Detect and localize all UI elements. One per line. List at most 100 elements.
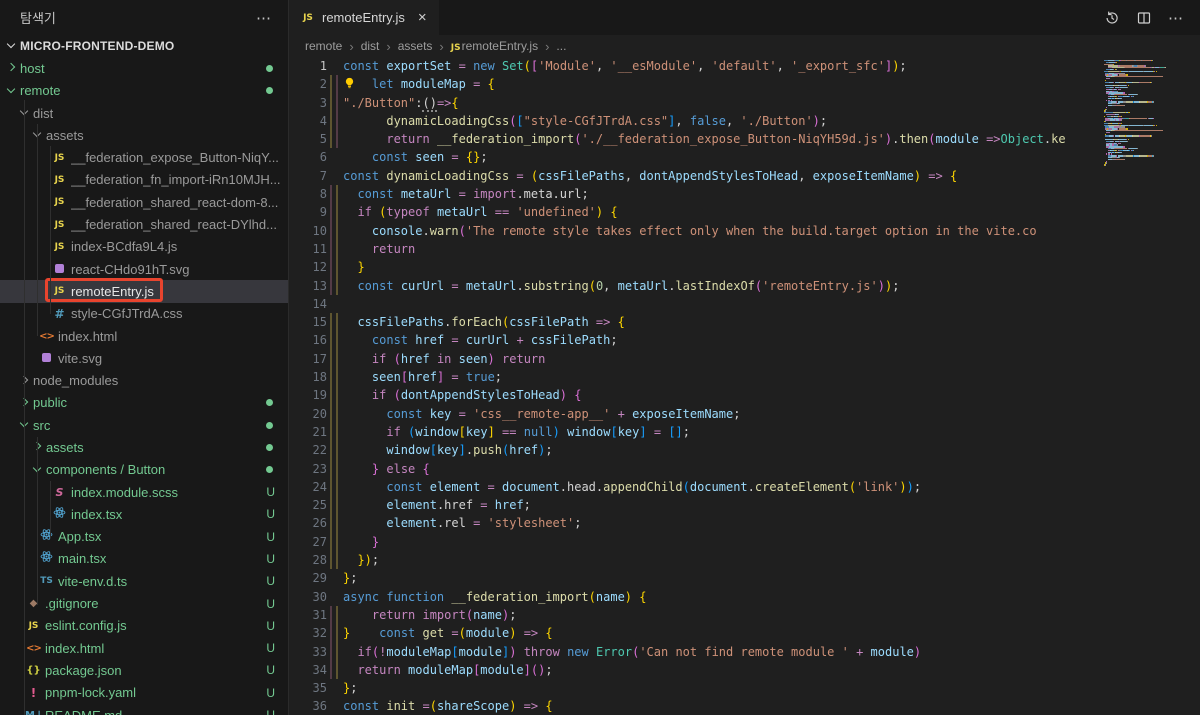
code-line[interactable]: 29};: [289, 569, 1100, 587]
tree-item[interactable]: Sindex.module.scssU: [0, 481, 288, 503]
code-line[interactable]: 8 const metaUrl = import.meta.url;: [289, 185, 1100, 203]
code-line[interactable]: 3"./Button":()=>{: [289, 94, 1100, 112]
tree-item[interactable]: remote: [0, 80, 288, 102]
tree-item[interactable]: src: [0, 414, 288, 436]
tree-item[interactable]: main.tsxU: [0, 548, 288, 570]
tree-item[interactable]: vite.svg: [0, 347, 288, 369]
code-line[interactable]: 4 dynamicLoadingCss(["style-CGfJTrdA.css…: [289, 112, 1100, 130]
untracked-badge: U: [266, 574, 275, 588]
breadcrumb-item[interactable]: dist: [361, 39, 380, 53]
tree-item[interactable]: JSindex-BCdfa9L4.js: [0, 236, 288, 258]
git-icon: ◆: [25, 598, 42, 609]
tree-item[interactable]: react-CHdo91hT.svg: [0, 258, 288, 280]
code-line[interactable]: 23 } else {: [289, 460, 1100, 478]
code-line[interactable]: 9 if (typeof metaUrl == 'undefined') {: [289, 203, 1100, 221]
code-line[interactable]: 21 if (window[key] == null) window[key] …: [289, 423, 1100, 441]
history-icon[interactable]: [1104, 10, 1120, 26]
code-line[interactable]: 28 });: [289, 551, 1100, 569]
code-line[interactable]: 12 }: [289, 258, 1100, 276]
tree-item[interactable]: #style-CGfJTrdA.css: [0, 303, 288, 325]
tree-item[interactable]: host: [0, 57, 288, 79]
tree-item[interactable]: JSeslint.config.jsU: [0, 615, 288, 637]
breadcrumb-label: dist: [361, 39, 380, 53]
code-line[interactable]: 20 const key = 'css__remote-app__' + exp…: [289, 405, 1100, 423]
code-line[interactable]: 5 return __federation_import('./__federa…: [289, 130, 1100, 148]
line-number: 23: [289, 460, 327, 478]
tree-item[interactable]: JS__federation_shared_react-dom-8...: [0, 191, 288, 213]
code-line[interactable]: 24 const element = document.head.appendC…: [289, 478, 1100, 496]
tree-item[interactable]: !pnpm-lock.yamlU: [0, 682, 288, 704]
code-line[interactable]: 10 console.warn('The remote style takes …: [289, 222, 1100, 240]
tree-item[interactable]: assets: [0, 124, 288, 146]
code-line[interactable]: 1const exportSet = new Set(['Module', '_…: [289, 57, 1100, 75]
more-actions-icon[interactable]: ⋯: [256, 9, 272, 27]
line-number: 22: [289, 441, 327, 459]
tab-remoteentry[interactable]: JS remoteEntry.js ×: [289, 0, 439, 35]
code-line[interactable]: 27 }: [289, 533, 1100, 551]
lightbulb-icon[interactable]: [343, 77, 356, 95]
breadcrumb-item[interactable]: JSremoteEntry.js: [451, 39, 538, 53]
tree-item[interactable]: M↓README.mdU: [0, 704, 288, 715]
tree-item[interactable]: App.tsxU: [0, 526, 288, 548]
code-line-text: const curUrl = metaUrl.substring(0, meta…: [343, 277, 899, 295]
code-line[interactable]: 17 if (href in seen) return: [289, 350, 1100, 368]
line-number: 29: [289, 569, 327, 587]
tree-item[interactable]: components / Button: [0, 459, 288, 481]
untracked-badge: U: [266, 686, 275, 700]
code-line[interactable]: 16 const href = curUrl + cssFilePath;: [289, 331, 1100, 349]
close-icon[interactable]: ×: [418, 9, 427, 26]
code-line[interactable]: 11 return: [289, 240, 1100, 258]
breadcrumb-item[interactable]: ...: [556, 39, 566, 53]
code-line[interactable]: 33 if(!moduleMap[module]) throw new Erro…: [289, 643, 1100, 661]
tree-item[interactable]: <>index.htmlU: [0, 637, 288, 659]
react-icon: [40, 550, 53, 563]
tree-item[interactable]: TSvite-env.d.tsU: [0, 570, 288, 592]
tree-item[interactable]: dist: [0, 102, 288, 124]
tree-item[interactable]: {}package.jsonU: [0, 659, 288, 681]
code-line[interactable]: 36const init =(shareScope) => {: [289, 697, 1100, 715]
code-line[interactable]: 15 cssFilePaths.forEach(cssFilePath => {: [289, 313, 1100, 331]
tree-item[interactable]: node_modules: [0, 369, 288, 391]
code-line[interactable]: 25 element.href = href;: [289, 496, 1100, 514]
tree-item[interactable]: index.tsxU: [0, 503, 288, 525]
code-line[interactable]: 32} const get =(module) => {: [289, 624, 1100, 642]
code-editor[interactable]: 1const exportSet = new Set(['Module', '_…: [289, 57, 1100, 715]
more-actions-icon[interactable]: ⋯: [1168, 9, 1184, 27]
code-line[interactable]: 2 let moduleMap = {: [289, 75, 1100, 93]
tree-item[interactable]: JS__federation_shared_react-DYlhd...: [0, 213, 288, 235]
minimap[interactable]: [1100, 57, 1200, 715]
breadcrumb-item[interactable]: remote: [305, 39, 342, 53]
line-number: 4: [289, 112, 327, 130]
tree-item[interactable]: JSremoteEntry.js: [0, 280, 288, 302]
code-line-text: } const get =(module) => {: [343, 624, 553, 642]
code-line[interactable]: 35};: [289, 679, 1100, 697]
tree-item[interactable]: assets: [0, 436, 288, 458]
code-line[interactable]: 13 const curUrl = metaUrl.substring(0, m…: [289, 277, 1100, 295]
file-label: node_modules: [33, 373, 118, 388]
code-line[interactable]: 31 return import(name);: [289, 606, 1100, 624]
code-line[interactable]: 30async function __federation_import(nam…: [289, 588, 1100, 606]
code-line-text: const href = curUrl + cssFilePath;: [343, 331, 618, 349]
scss-icon: S: [51, 486, 68, 499]
line-number: 1: [289, 57, 327, 75]
code-line[interactable]: 18 seen[href] = true;: [289, 368, 1100, 386]
modified-dot-badge: [266, 87, 273, 94]
line-number: 8: [289, 185, 327, 203]
code-line-text: } else {: [343, 460, 430, 478]
tree-item[interactable]: JS__federation_fn_import-iRn10MJH...: [0, 169, 288, 191]
tree-item[interactable]: public: [0, 392, 288, 414]
tree-root-item[interactable]: MICRO-FRONTEND-DEMO: [0, 35, 288, 57]
split-editor-icon[interactable]: [1136, 10, 1152, 26]
code-line[interactable]: 26 element.rel = 'stylesheet';: [289, 514, 1100, 532]
code-line[interactable]: 22 window[key].push(href);: [289, 441, 1100, 459]
breadcrumb-item[interactable]: assets: [398, 39, 433, 53]
tree-item[interactable]: <>index.html: [0, 325, 288, 347]
code-line[interactable]: 6 const seen = {};: [289, 148, 1100, 166]
code-line[interactable]: 7const dynamicLoadingCss = (cssFilePaths…: [289, 167, 1100, 185]
code-line[interactable]: 14: [289, 295, 1100, 313]
code-line[interactable]: 34 return moduleMap[module]();: [289, 661, 1100, 679]
tree-item[interactable]: JS__federation_expose_Button-NiqY...: [0, 146, 288, 168]
tree-item[interactable]: ◆.gitignoreU: [0, 592, 288, 614]
file-label: remote: [20, 83, 60, 98]
code-line[interactable]: 19 if (dontAppendStylesToHead) {: [289, 386, 1100, 404]
